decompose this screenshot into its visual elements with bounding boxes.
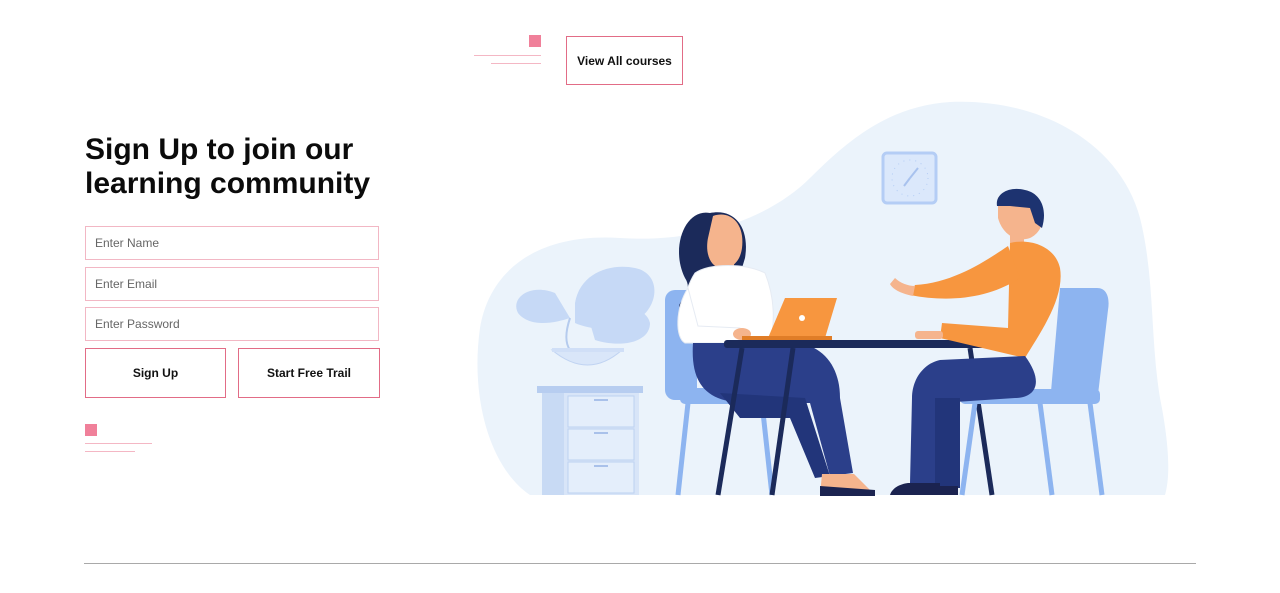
view-all-courses-button[interactable]: View All courses <box>566 36 683 85</box>
start-free-trial-button[interactable]: Start Free Trail <box>238 348 380 398</box>
decor-line-top-1 <box>474 55 541 56</box>
decor-line-top-2 <box>491 63 541 64</box>
email-input[interactable] <box>85 267 379 301</box>
decor-square-bottom <box>85 424 97 436</box>
footer-divider <box>84 563 1196 564</box>
decor-line-bottom-2 <box>85 451 135 452</box>
wall-clock-icon <box>881 151 938 205</box>
signup-heading: Sign Up to join our learning community <box>85 133 371 200</box>
decor-square-top <box>529 35 541 47</box>
meeting-illustration <box>477 101 1169 496</box>
password-input[interactable] <box>85 307 379 341</box>
decor-line-bottom-1 <box>85 443 152 444</box>
name-input[interactable] <box>85 226 379 260</box>
signup-button[interactable]: Sign Up <box>85 348 226 398</box>
